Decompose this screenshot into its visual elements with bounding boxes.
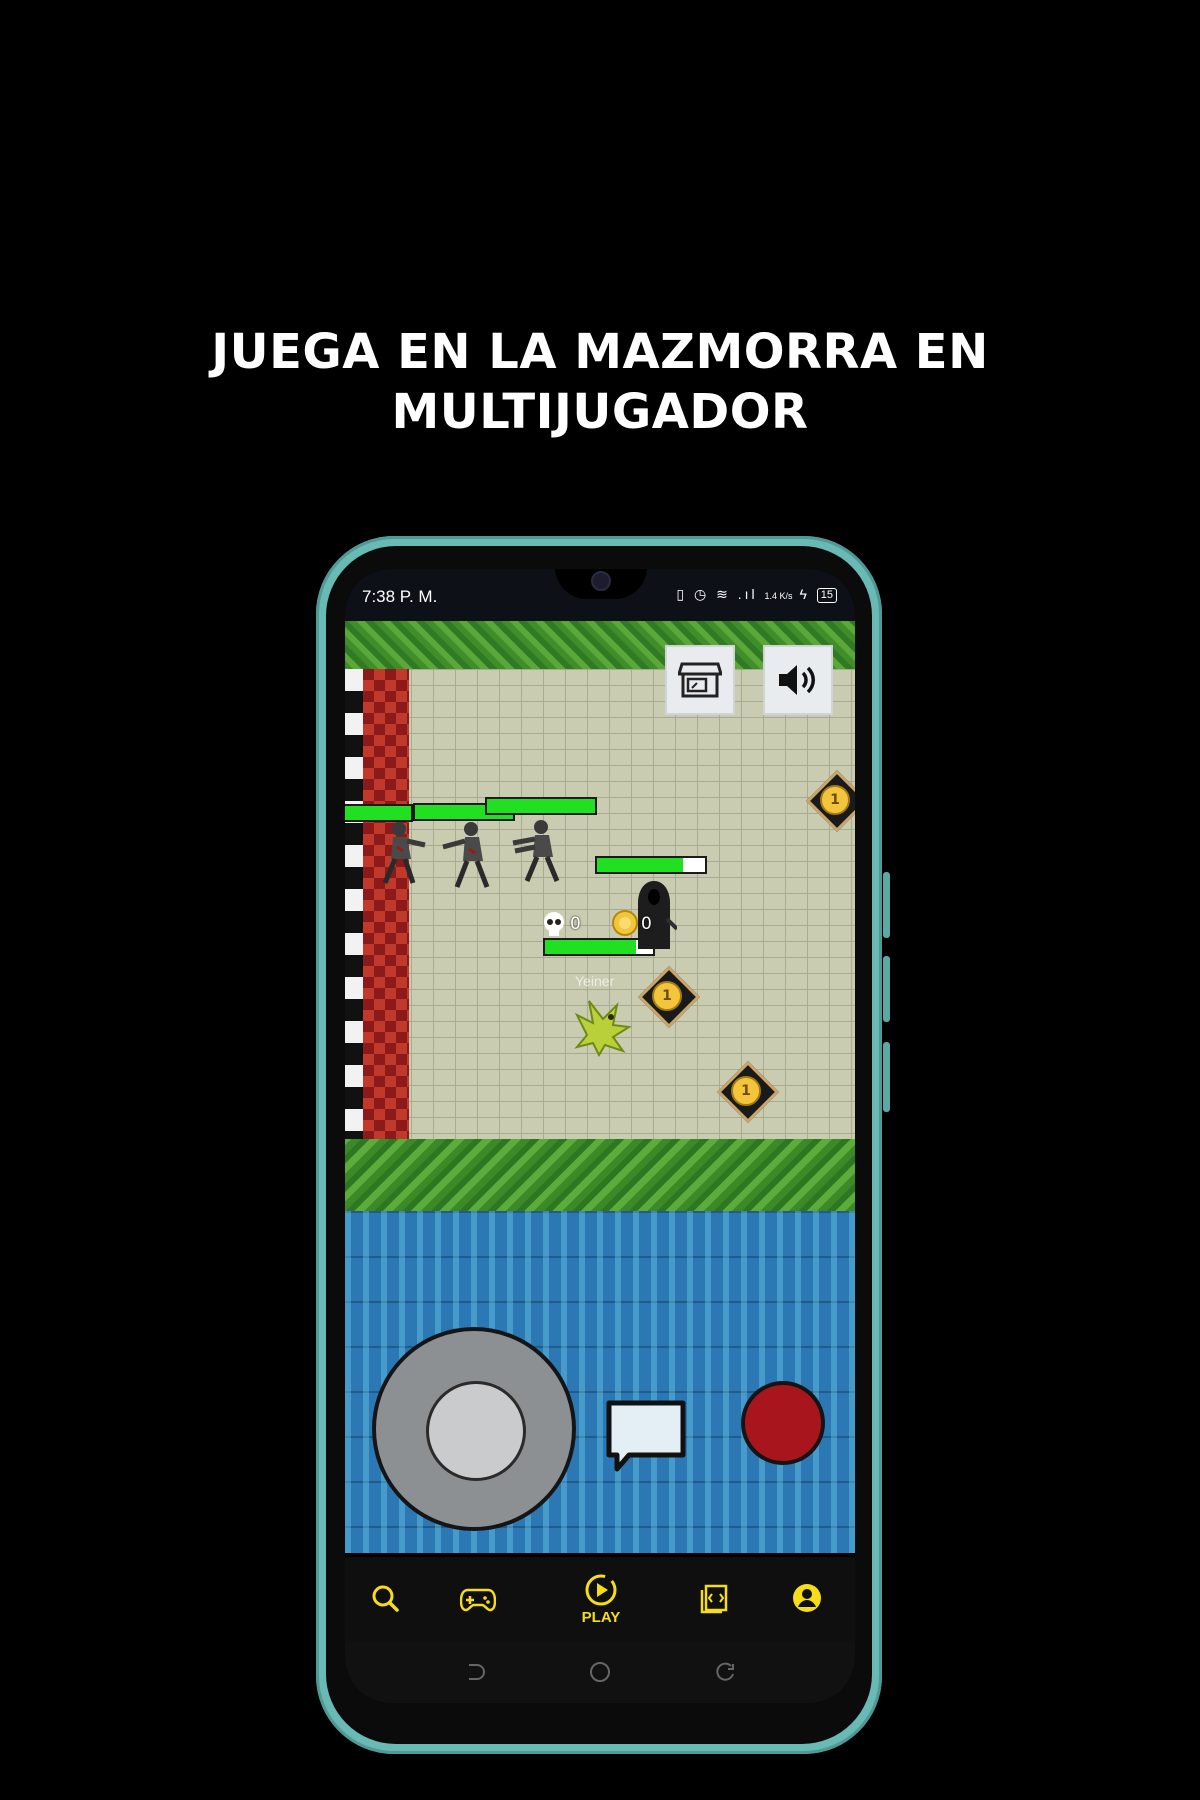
status-icons: ▯ ◷ ≋ .ıl 1.4 K/s ϟ 15	[676, 586, 837, 603]
power-button	[883, 1042, 890, 1112]
front-camera	[591, 571, 611, 591]
user-icon	[793, 1584, 821, 1612]
kill-counter: 0	[570, 914, 581, 934]
code-file-icon	[700, 1584, 728, 1614]
shop-button[interactable]	[665, 645, 735, 715]
nav-item-games[interactable]	[438, 1557, 518, 1641]
nav-item-play[interactable]: PLAY	[561, 1557, 641, 1641]
battery-indicator: 15	[816, 588, 837, 603]
vibrate-icon: ▯	[676, 586, 688, 602]
shop-icon	[678, 662, 722, 698]
red-wall	[363, 669, 409, 1139]
bottom-nav: PLAY	[345, 1557, 855, 1641]
back-icon[interactable]	[463, 1661, 485, 1683]
charging-icon: ϟ	[799, 586, 810, 602]
status-time: 7:38 P. M.	[362, 587, 438, 606]
headline-line-2: MULTIJUGADOR	[391, 384, 809, 440]
network-speed: 1.4 K/s	[764, 591, 793, 601]
play-icon	[585, 1574, 617, 1605]
volume-button-2	[883, 956, 890, 1022]
health-fill	[487, 799, 595, 813]
zombie-enemy	[382, 822, 426, 884]
dragon-player	[574, 1000, 632, 1058]
signal-icon: .ıl	[737, 586, 758, 602]
health-fill	[597, 858, 684, 872]
alarm-icon: ◷	[694, 586, 710, 602]
nav-label-play: PLAY	[581, 1608, 621, 1626]
home-icon[interactable]	[589, 1661, 611, 1683]
dungeon-floor	[345, 669, 855, 1139]
speaker-icon	[779, 665, 815, 695]
zombie-enemy	[512, 820, 560, 882]
phone-screen: 7:38 P. M. ▯ ◷ ≋ .ıl 1.4 K/s ϟ 15 1 1 1 …	[345, 569, 855, 1703]
coin: 1	[731, 1076, 761, 1106]
health-bar-reaper	[595, 856, 707, 874]
coin: 1	[652, 981, 682, 1011]
joystick[interactable]	[372, 1327, 576, 1531]
health-fill	[545, 940, 636, 954]
zombie-enemy	[442, 822, 490, 888]
nav-item-code[interactable]	[674, 1557, 754, 1641]
joystick-knob[interactable]	[426, 1381, 526, 1481]
chat-button[interactable]	[603, 1397, 689, 1477]
game-canvas[interactable]: 1 1 1 0 0 Yeiner	[345, 621, 855, 1553]
nav-item-search[interactable]	[345, 1557, 425, 1641]
sound-button[interactable]	[763, 645, 833, 715]
search-icon	[372, 1585, 399, 1612]
wifi-icon: ≋	[716, 586, 731, 602]
skull-icon	[544, 912, 564, 936]
coin-icon	[612, 910, 638, 936]
recents-icon[interactable]	[715, 1661, 737, 1683]
volume-button	[883, 872, 890, 938]
gamepad-icon	[460, 1588, 496, 1612]
checkered-border	[345, 669, 363, 1139]
player-name: Yeiner	[575, 973, 615, 989]
nav-item-profile[interactable]	[767, 1557, 847, 1641]
system-nav	[345, 1641, 855, 1703]
coin: 1	[820, 785, 850, 815]
headline: JUEGA EN LA MAZMORRA EN MULTIJUGADOR	[0, 322, 1200, 442]
headline-line-1: JUEGA EN LA MAZMORRA EN	[211, 324, 989, 380]
grass-bottom	[345, 1139, 855, 1211]
attack-button[interactable]	[741, 1381, 825, 1465]
health-bar-zombie-3	[485, 797, 597, 815]
coin-counter: 0	[641, 914, 652, 934]
